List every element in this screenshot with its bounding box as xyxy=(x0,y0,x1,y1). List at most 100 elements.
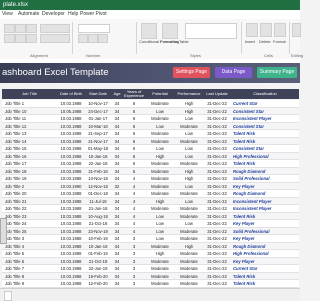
table-cell[interactable]: Moderate xyxy=(145,115,175,123)
currency-icon[interactable] xyxy=(78,34,88,43)
table-row[interactable]: Job Title 20 10.03.1988 01-Dec-18 34 4 Modera… xyxy=(2,190,299,198)
table-cell[interactable]: 10.03.1988 xyxy=(57,160,85,168)
classification-cell[interactable]: Current Star xyxy=(231,100,299,108)
table-cell[interactable]: 21-Jun-18 xyxy=(85,205,111,213)
table-cell[interactable]: 31-Dec-22 xyxy=(203,280,231,288)
table-cell[interactable]: High xyxy=(175,243,203,251)
table-cell[interactable]: 10.03.1988 xyxy=(57,145,85,153)
table-cell[interactable]: 23-Nov-18 xyxy=(85,228,111,236)
table-cell[interactable]: Job Title 11 xyxy=(2,115,57,123)
table-cell[interactable]: 3 xyxy=(123,280,145,288)
table-row[interactable]: Job Title 2 10.03.1990 12-Nov-18 32 4 Moderat… xyxy=(2,182,299,191)
table-cell[interactable]: 34 xyxy=(111,228,123,236)
table-row[interactable]: Job Title 3 10.03.1988 10-Feb-19 34 3 Low Mode… xyxy=(2,235,299,243)
table-cell[interactable]: 34 xyxy=(111,235,123,243)
classification-cell[interactable]: High Professional xyxy=(231,250,299,258)
table-cell[interactable]: 3 xyxy=(123,265,145,273)
classification-cell[interactable]: Key Player xyxy=(231,220,299,228)
table-row[interactable]: Job Title 7 10.03.1988 22-Jun-19 34 3 Moderat… xyxy=(2,265,299,273)
classification-cell[interactable]: Consistent Star xyxy=(231,123,299,131)
table-cell[interactable]: Moderate xyxy=(175,265,203,273)
table-cell[interactable]: 31-Dec-22 xyxy=(203,168,231,176)
table-cell[interactable]: 34 xyxy=(111,250,123,258)
menu-automate[interactable]: Automate xyxy=(18,10,39,19)
table-cell[interactable]: 10-Jan-19 xyxy=(85,243,111,251)
table-cell[interactable]: 6 xyxy=(123,123,145,131)
table-cell[interactable]: 10.03.1988 xyxy=(57,175,85,183)
table-cell[interactable]: Job Title 4 xyxy=(2,243,57,251)
table-row[interactable]: Job Title 18 10.03.1988 21-Feb-18 34 5 Modera… xyxy=(2,167,299,176)
table-cell[interactable]: Moderate xyxy=(145,258,175,266)
classification-cell[interactable]: Inconsistent Player xyxy=(231,205,299,213)
table-cell[interactable]: Job Title 25 xyxy=(2,228,57,236)
classification-cell[interactable]: Key Player xyxy=(231,183,299,191)
insert-icon[interactable] xyxy=(246,23,258,37)
table-cell[interactable]: 19-Feb-20 xyxy=(85,273,111,281)
table-row[interactable]: Job Title 15 10.03.1988 01-May-18 34 6 Low Low… xyxy=(2,145,299,153)
column-header[interactable]: Classification xyxy=(231,89,299,99)
table-cell[interactable]: Job Title 7 xyxy=(2,265,57,273)
data-page-button[interactable]: Data Page xyxy=(215,67,252,78)
table-row[interactable]: Job Title 1 10.03.1988 10-Nov-17 34 6 Moderat… xyxy=(2,100,299,108)
table-cell[interactable]: 31-Dec-22 xyxy=(203,160,231,168)
table-cell[interactable]: 21-Feb-18 xyxy=(85,168,111,176)
table-cell[interactable]: 10.03.1990 xyxy=(57,183,85,191)
table-cell[interactable]: 21-Oct-19 xyxy=(85,258,111,266)
table-cell[interactable]: High xyxy=(145,153,175,161)
table-cell[interactable]: Moderate xyxy=(145,273,175,281)
autosum-icon[interactable] xyxy=(292,23,301,37)
table-row[interactable]: Job Title 25 10.03.1988 23-Nov-18 34 4 Low Mod… xyxy=(2,227,299,236)
table-cell[interactable]: 3 xyxy=(123,250,145,258)
table-cell[interactable]: 34 xyxy=(111,153,123,161)
table-cell[interactable]: Low xyxy=(175,198,203,206)
table-cell[interactable]: 31-Dec-22 xyxy=(203,130,231,138)
table-cell[interactable]: 31-Dec-22 xyxy=(203,265,231,273)
table-cell[interactable]: 10.03.1988 xyxy=(57,235,85,243)
table-cell[interactable]: 01-Dec-18 xyxy=(85,190,111,198)
classification-cell[interactable]: Inconsistent Player xyxy=(231,198,299,206)
classification-cell[interactable]: Talent Risk xyxy=(231,138,299,146)
classification-cell[interactable]: Talent Risk xyxy=(231,213,299,221)
table-cell[interactable]: 34 xyxy=(111,280,123,288)
table-cell[interactable]: Low xyxy=(145,108,175,116)
column-header[interactable]: Date of Birth xyxy=(57,89,85,99)
table-cell[interactable]: Moderate xyxy=(175,190,203,198)
table-cell[interactable]: Job Title 12 xyxy=(2,123,57,131)
table-cell[interactable]: Low xyxy=(175,130,203,138)
table-cell[interactable]: Job Title 22 xyxy=(2,205,57,213)
table-cell[interactable]: 6 xyxy=(123,145,145,153)
table-row[interactable]: Job Title 24 10.03.1988 21-Oct-18 34 4 Low Low… xyxy=(2,220,299,228)
table-cell[interactable]: Job Title 2 xyxy=(2,183,57,191)
table-cell[interactable]: Low xyxy=(145,145,175,153)
column-header[interactable]: Years of Experience xyxy=(123,89,145,99)
table-cell[interactable]: 5 xyxy=(123,168,145,176)
table-cell[interactable]: High xyxy=(175,175,203,183)
table-cell[interactable]: 01-Feb-19 xyxy=(85,250,111,258)
table-cell[interactable]: Low xyxy=(145,220,175,228)
table-cell[interactable]: 10.03.1988 xyxy=(57,123,85,131)
table-cell[interactable]: 10.03.1988 xyxy=(57,198,85,206)
table-row[interactable]: Job Title 4 10.03.1988 10-Jan-19 34 3 Moderat… xyxy=(2,242,299,251)
scroll-handle[interactable] xyxy=(0,218,7,244)
table-cell[interactable]: Job Title 5 xyxy=(2,250,57,258)
table-cell[interactable]: 10.03.1988 xyxy=(57,138,85,146)
table-cell[interactable]: 13-Nov-18 xyxy=(85,175,111,183)
table-cell[interactable]: 31-Dec-22 xyxy=(203,108,231,116)
table-cell[interactable]: 31-Dec-22 xyxy=(203,258,231,266)
table-cell[interactable]: Moderate xyxy=(175,228,203,236)
align-right-icon[interactable] xyxy=(26,34,37,43)
table-cell[interactable]: 4 xyxy=(123,198,145,206)
menu-power-pivot[interactable]: Power Pivot xyxy=(80,10,107,19)
align-bottom-icon[interactable] xyxy=(26,24,37,33)
format-icon[interactable] xyxy=(274,23,286,37)
format-label[interactable]: Format xyxy=(273,39,286,44)
classification-cell[interactable]: Current Star xyxy=(231,265,299,273)
table-cell[interactable]: 31-Dec-22 xyxy=(203,213,231,221)
table-cell[interactable]: Job Title 1 xyxy=(2,100,57,108)
merge-center-button[interactable] xyxy=(40,34,70,43)
table-cell[interactable]: 34 xyxy=(111,258,123,266)
table-cell[interactable]: 6 xyxy=(123,138,145,146)
column-header[interactable]: Potential xyxy=(145,89,175,99)
table-cell[interactable]: Moderate xyxy=(145,265,175,273)
table-cell[interactable]: Moderate xyxy=(145,183,175,191)
